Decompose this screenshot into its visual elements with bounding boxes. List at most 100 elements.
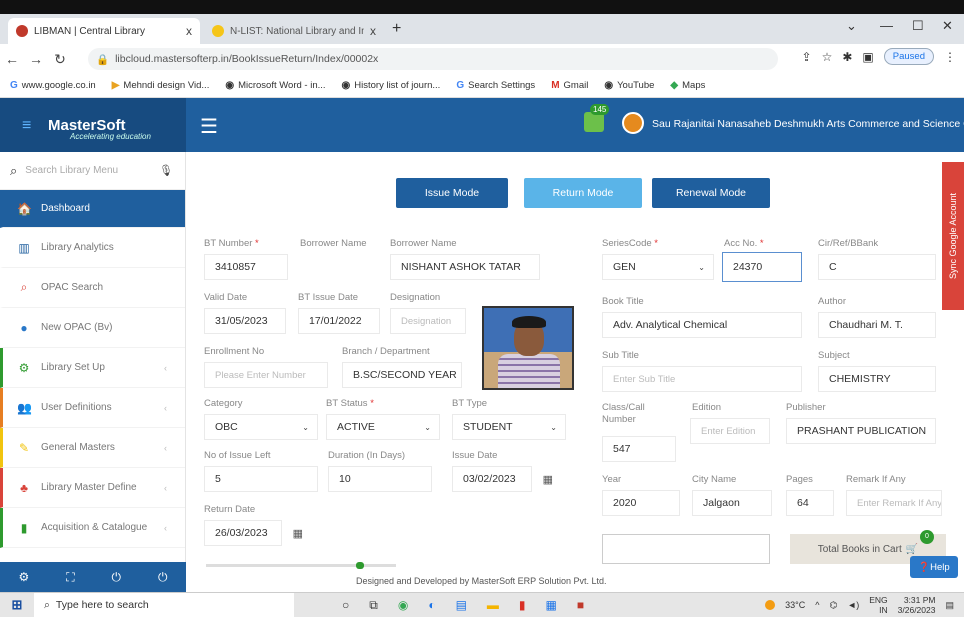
duration-field[interactable]: 10	[328, 466, 432, 492]
temperature[interactable]: 33°C	[785, 600, 805, 610]
year-field[interactable]: 2020	[602, 490, 680, 516]
search-input[interactable]: Search Library Menu	[25, 165, 118, 176]
store-icon[interactable]: ▤	[456, 598, 467, 613]
return-date-field[interactable]: 26/03/2023 ▦	[204, 520, 303, 546]
close-tab-icon[interactable]: x	[370, 24, 376, 38]
sync-google-account-tab[interactable]: Sync Google Account	[942, 162, 964, 310]
forward-arrow-icon[interactable]: →	[24, 51, 48, 67]
settings-icon[interactable]: ⚙	[18, 570, 29, 584]
windows-start-icon[interactable]: ⊞	[0, 597, 34, 613]
bookmark-star-icon[interactable]: ☆	[822, 50, 833, 64]
sidebar-item-opac-search[interactable]: ⌕ OPAC Search	[0, 268, 185, 308]
lock-screen-icon[interactable]: ⏻	[112, 570, 122, 585]
book-title-field[interactable]: Adv. Analytical Chemical	[602, 312, 802, 338]
tray-chevron-icon[interactable]: ^	[815, 600, 819, 610]
tab-nlist[interactable]: N-LIST: National Library and Info x	[204, 18, 384, 44]
sub-title-input[interactable]: Enter Sub Title	[602, 366, 802, 392]
tab-search-icon[interactable]: ⌄	[846, 18, 857, 34]
maximize-button[interactable]: ☐	[912, 18, 924, 34]
acc-no-input[interactable]: 24370	[722, 252, 802, 282]
city-name-field[interactable]: Jalgaon	[692, 490, 772, 516]
volume-icon[interactable]: ◄)	[847, 600, 859, 610]
profile-paused-button[interactable]: Paused	[883, 48, 934, 65]
notification-button[interactable]: 145	[584, 104, 610, 132]
remark-input[interactable]: Enter Remark If Any	[846, 490, 942, 516]
category-select[interactable]: OBC ⌄	[204, 414, 318, 440]
help-button[interactable]: ❓ Help	[910, 556, 958, 578]
scroll-thumb[interactable]	[356, 562, 364, 569]
bookmark-search-settings[interactable]: G Search Settings	[456, 80, 535, 91]
bookmark-word[interactable]: ◉ Microsoft Word - in...	[225, 80, 325, 91]
sidebar-item-library-master-define[interactable]: ♣ Library Master Define ‹	[0, 468, 185, 508]
subject-field[interactable]: CHEMISTRY	[818, 366, 936, 392]
cart-input-box[interactable]	[602, 534, 770, 564]
app-icon[interactable]: ▦	[546, 598, 557, 613]
bookmark-youtube[interactable]: ◉ YouTube	[604, 80, 654, 91]
edition-input[interactable]: Enter Edition	[690, 418, 770, 444]
microphone-icon[interactable]: 🎙	[159, 164, 173, 177]
author-field[interactable]: Chaudhari M. T.	[818, 312, 936, 338]
calendar-icon[interactable]: ▦	[293, 527, 303, 540]
language-indicator[interactable]: ENG IN	[869, 595, 887, 615]
minimize-button[interactable]: —	[880, 18, 893, 33]
logout-icon[interactable]: ⏻	[158, 570, 168, 585]
file-explorer-icon[interactable]: ▬	[487, 598, 499, 613]
renewal-mode-button[interactable]: Renewal Mode	[652, 178, 770, 208]
extensions-icon[interactable]: ✱	[842, 50, 852, 64]
sidebar-item-general-masters[interactable]: ✎ General Masters ‹	[0, 428, 185, 468]
url-field[interactable]: 🔒 libcloud.mastersofterp.in/BookIssueRet…	[88, 48, 778, 70]
sidepanel-icon[interactable]: ▣	[862, 50, 873, 64]
new-tab-button[interactable]: +	[392, 20, 401, 38]
calendar-icon[interactable]: ▦	[543, 473, 553, 486]
series-code-select[interactable]: GEN ⌄	[602, 254, 714, 280]
back-arrow-icon[interactable]: ←	[0, 51, 24, 67]
share-icon[interactable]: ⇪	[802, 50, 812, 64]
bt-issue-date-field[interactable]: 17/01/2022	[298, 308, 380, 334]
close-window-button[interactable]: ✕	[942, 18, 953, 34]
bookmark-history[interactable]: ◉ History list of journ...	[342, 80, 441, 91]
clock[interactable]: 3:31 PM 3/26/2023	[898, 595, 936, 615]
tab-libman[interactable]: LIBMAN | Central Library x	[8, 18, 200, 44]
cir-ref-field[interactable]: C	[818, 254, 936, 280]
reload-icon[interactable]: ↻	[48, 51, 72, 68]
sidebar-item-library-setup[interactable]: ⚙ Library Set Up ‹	[0, 348, 185, 388]
bt-number-input[interactable]: 3410857	[204, 254, 288, 280]
mastersoft-logo[interactable]: ≡ MasterSoft Accelerating education	[0, 98, 186, 152]
publisher-field[interactable]: PRASHANT PUBLICATION	[786, 418, 936, 444]
bookmark-google[interactable]: Gwww.google.co.in	[10, 80, 96, 91]
task-view-icon[interactable]: ⧉	[369, 598, 378, 613]
sidebar-item-library-analytics[interactable]: ▥ Library Analytics	[0, 228, 185, 268]
issue-date-field[interactable]: 03/02/2023 ▦	[452, 466, 553, 492]
fullscreen-icon[interactable]: ⛶	[66, 570, 74, 585]
taskbar-search-input[interactable]: Type here to search	[56, 599, 149, 611]
pages-field[interactable]: 64	[786, 490, 834, 516]
horizontal-scrollbar[interactable]	[206, 562, 396, 569]
issue-left-field[interactable]: 5	[204, 466, 318, 492]
chrome-icon[interactable]: ◉	[398, 598, 408, 613]
notifications-icon[interactable]: ▤	[945, 600, 954, 611]
close-tab-icon[interactable]: x	[186, 24, 192, 38]
cortana-icon[interactable]: ○	[342, 598, 349, 613]
bt-status-select[interactable]: ACTIVE ⌄	[326, 414, 440, 440]
valid-date-field[interactable]: 31/05/2023	[204, 308, 286, 334]
bt-type-select[interactable]: STUDENT ⌄	[452, 414, 566, 440]
bookmark-maps[interactable]: ◆ Maps	[670, 80, 705, 91]
sidebar-search[interactable]: ⌕ Search Library Menu 🎙	[0, 152, 185, 190]
sidebar-item-acquisition-catalogue[interactable]: ▮ Acquisition & Catalogue ‹	[0, 508, 185, 548]
office-icon[interactable]: ▮	[519, 598, 526, 613]
enrollment-no-input[interactable]: Please Enter Number	[204, 362, 328, 388]
sidebar-item-user-definitions[interactable]: 👥 User Definitions ‹	[0, 388, 185, 428]
bookmark-gmail[interactable]: M Gmail	[551, 80, 588, 91]
edge-icon[interactable]: ◐	[428, 598, 435, 613]
branch-field[interactable]: B.SC/SECOND YEAR	[342, 362, 462, 388]
media-app-icon[interactable]: ■	[577, 598, 584, 613]
designation-field[interactable]: Designation	[390, 308, 466, 334]
taskbar-search[interactable]: ⌕ Type here to search	[34, 592, 294, 617]
borrower-name-field[interactable]: NISHANT ASHOK TATAR	[390, 254, 540, 280]
bookmark-mehndi[interactable]: ▶ Mehndi design Vid...	[112, 80, 210, 91]
return-mode-button[interactable]: Return Mode	[524, 178, 642, 208]
sidebar-item-dashboard[interactable]: 🏠 Dashboard	[0, 190, 185, 228]
issue-mode-button[interactable]: Issue Mode	[396, 178, 508, 208]
network-icon[interactable]: ⌬	[829, 600, 837, 611]
hamburger-menu-icon[interactable]: ☰	[200, 114, 218, 139]
